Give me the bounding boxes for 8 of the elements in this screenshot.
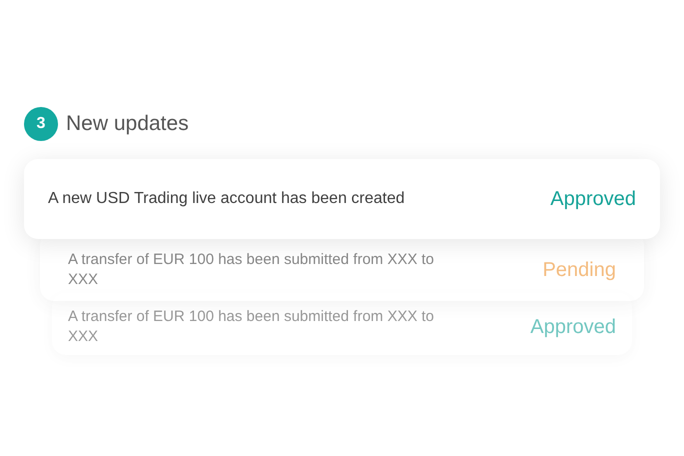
update-message: A new USD Trading live account has been created <box>48 189 405 209</box>
status-label: Approved <box>550 187 636 212</box>
status-label: Pending <box>542 258 616 283</box>
update-message: A transfer of EUR 100 has been submitted from XXX to XXX <box>68 250 436 290</box>
section-title: New updates <box>66 111 189 138</box>
status-label: Approved <box>530 315 616 340</box>
count-badge: 3 <box>24 107 58 141</box>
update-message: A transfer of EUR 100 has been submitted from XXX to XXX <box>68 307 436 347</box>
